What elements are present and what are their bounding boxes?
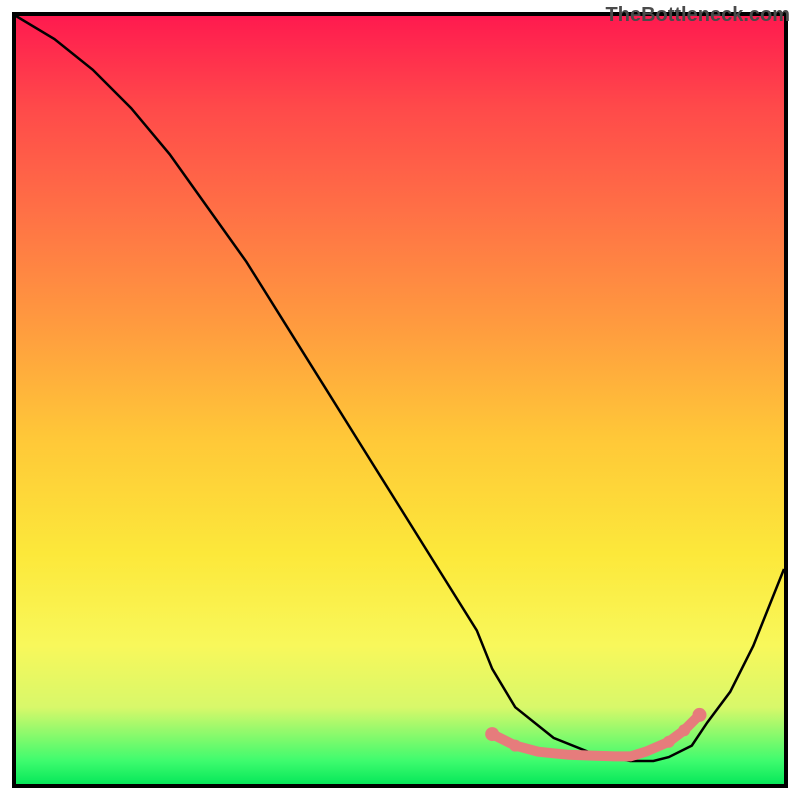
chart-highlight-band: [485, 708, 706, 757]
highlight-dot: [693, 708, 707, 722]
highlight-dot: [509, 740, 521, 752]
highlight-dot: [663, 736, 675, 748]
watermark-text: TheBottleneck.com: [606, 4, 790, 27]
chart-svg: [16, 16, 784, 784]
chart-curve: [16, 16, 784, 761]
highlight-line: [492, 715, 699, 757]
highlight-dot: [485, 727, 499, 741]
chart-plot-area: [12, 12, 788, 788]
highlight-dot: [678, 724, 690, 736]
